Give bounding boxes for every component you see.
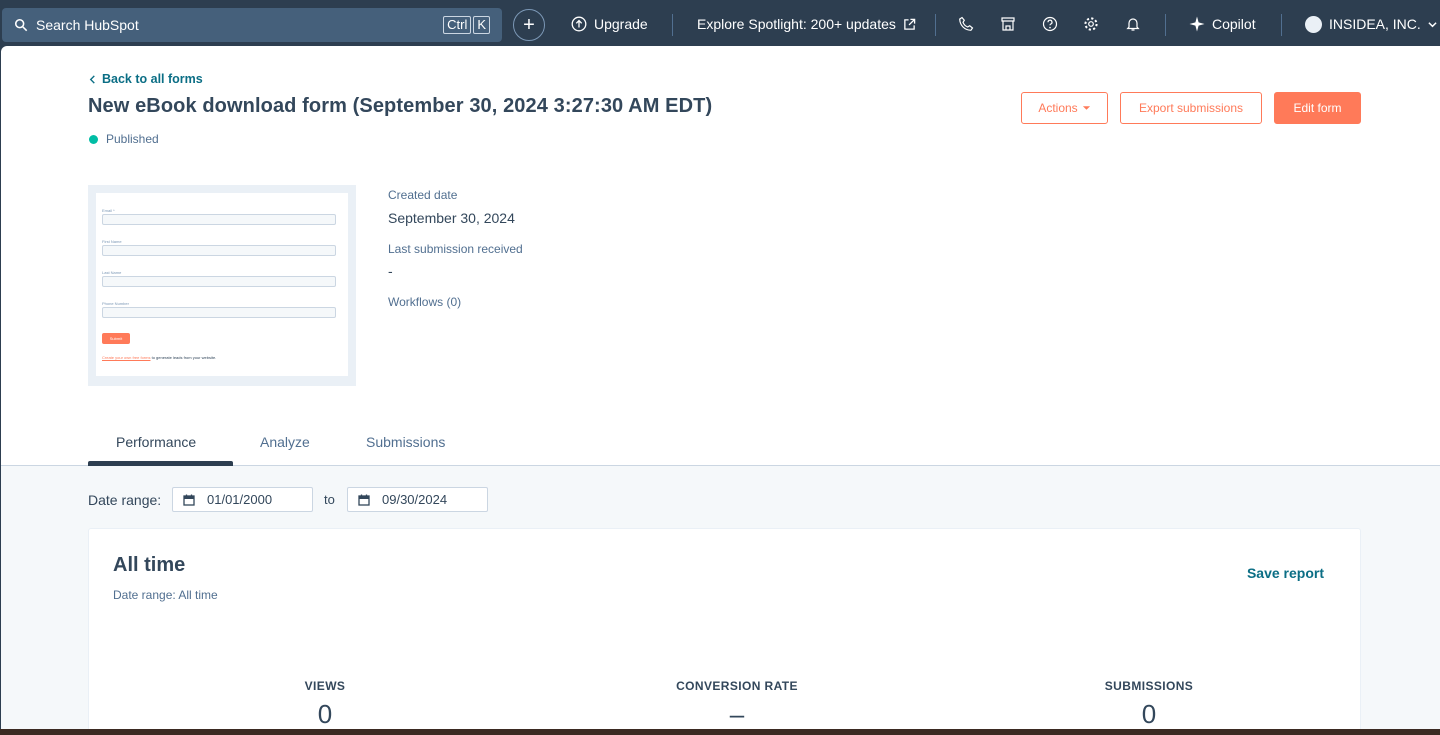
tab-analyze[interactable]: Analyze xyxy=(260,434,310,450)
form-tabs: Performance Analyze Submissions xyxy=(1,420,1440,466)
metric-label: CONVERSION RATE xyxy=(676,679,798,693)
nav-divider xyxy=(1165,14,1166,36)
shortcut-key: K xyxy=(473,16,490,34)
help-icon[interactable] xyxy=(1042,16,1058,32)
back-to-forms-link[interactable]: Back to all forms xyxy=(89,72,203,86)
date-from-input[interactable]: 01/01/2000 xyxy=(172,487,313,512)
workflows-link[interactable]: Workflows (0) xyxy=(388,295,461,309)
tab-submissions[interactable]: Submissions xyxy=(366,434,445,450)
preview-field xyxy=(102,214,336,225)
date-range-to-label: to xyxy=(324,492,335,507)
form-preview-canvas: Email * First Name Last Name Phone Numbe… xyxy=(96,193,348,376)
preview-footer-link: Create your own free forms xyxy=(102,355,151,360)
nav-divider xyxy=(672,14,673,36)
preview-field-label: Phone Number xyxy=(102,301,129,306)
form-detail-page: Back to all forms New eBook download for… xyxy=(1,46,1440,729)
metric-value: 0 xyxy=(1141,699,1157,729)
preview-field-label: First Name xyxy=(102,239,122,244)
upgrade-label: Upgrade xyxy=(594,16,648,32)
calendar-icon xyxy=(358,494,370,506)
metric-value: – xyxy=(729,699,745,729)
metric-value: 0 xyxy=(317,699,333,729)
copilot-button[interactable]: Copilot xyxy=(1189,0,1256,48)
export-submissions-button[interactable]: Export submissions xyxy=(1120,92,1262,124)
date-range-label: Date range: xyxy=(88,492,162,508)
form-preview[interactable]: Email * First Name Last Name Phone Numbe… xyxy=(88,185,356,386)
report-title: All time xyxy=(113,554,186,576)
calendar-icon xyxy=(183,494,195,506)
upgrade-icon xyxy=(571,16,587,32)
date-to-value: 09/30/2024 xyxy=(382,492,448,507)
page-title: New eBook download form (September 30, 2… xyxy=(88,95,713,117)
search-placeholder: Search HubSpot xyxy=(36,17,139,33)
edit-form-button[interactable]: Edit form xyxy=(1274,92,1361,124)
metric-submissions: SUBMISSIONS 0 xyxy=(1029,679,1269,729)
created-date-value: September 30, 2024 xyxy=(388,210,515,226)
preview-submit-button: Submit xyxy=(102,333,130,344)
create-plus-button[interactable]: + xyxy=(513,9,545,41)
upgrade-button[interactable]: Upgrade xyxy=(571,0,648,48)
phone-icon[interactable] xyxy=(958,16,974,32)
search-shortcut: Ctrl K xyxy=(443,16,490,34)
created-date-label: Created date xyxy=(388,188,458,202)
report-card: All time Date range: All time Save repor… xyxy=(88,528,1361,729)
metric-views: VIEWS 0 xyxy=(205,679,445,729)
published-dot-icon xyxy=(89,134,98,144)
nav-divider xyxy=(1281,14,1282,36)
search-icon xyxy=(14,18,28,32)
metric-label: SUBMISSIONS xyxy=(1104,679,1194,693)
status-badge: Published xyxy=(89,132,159,146)
actions-dropdown-button[interactable]: Actions xyxy=(1021,92,1108,124)
actions-label: Actions xyxy=(1038,101,1078,115)
shortcut-ctrl: Ctrl xyxy=(443,16,472,34)
chevron-down-icon xyxy=(1428,21,1437,27)
avatar xyxy=(1305,15,1322,33)
last-submission-value: - xyxy=(388,263,393,279)
preview-footer-text: to generate leads from your website. xyxy=(150,355,217,360)
account-menu[interactable]: INSIDEA, INC. xyxy=(1305,0,1437,48)
report-subtitle: Date range: All time xyxy=(113,588,218,602)
status-label: Published xyxy=(106,132,159,146)
preview-footer: Create your own free forms to generate l… xyxy=(102,355,216,360)
marketplace-icon[interactable] xyxy=(1000,16,1016,32)
account-name: INSIDEA, INC. xyxy=(1329,16,1421,32)
preview-field-label: Email * xyxy=(102,208,115,213)
save-report-button[interactable]: Save report xyxy=(1247,565,1324,581)
date-from-value: 01/01/2000 xyxy=(207,492,273,507)
spotlight-link[interactable]: Explore Spotlight: 200+ updates xyxy=(697,0,916,48)
spotlight-label: Explore Spotlight: 200+ updates xyxy=(697,16,896,32)
sparkle-icon xyxy=(1189,16,1205,32)
metric-conversion-rate: CONVERSION RATE – xyxy=(617,679,857,729)
external-link-icon xyxy=(904,18,916,30)
preview-field xyxy=(102,307,336,318)
preview-field xyxy=(102,276,336,287)
performance-panel: Date range: 01/01/2000 to 09/30/2024 All… xyxy=(1,466,1440,729)
gear-icon[interactable] xyxy=(1083,16,1099,32)
preview-field xyxy=(102,245,336,256)
chevron-left-icon xyxy=(89,74,95,84)
top-navigation: Search HubSpot Ctrl K + Upgrade Explore … xyxy=(0,0,1440,48)
preview-field-label: Last Name xyxy=(102,270,122,275)
nav-divider xyxy=(935,14,936,36)
caret-down-icon xyxy=(1082,106,1090,110)
last-submission-label: Last submission received xyxy=(388,242,523,256)
date-to-input[interactable]: 09/30/2024 xyxy=(347,487,488,512)
search-input[interactable]: Search HubSpot Ctrl K xyxy=(2,8,502,42)
metric-label: VIEWS xyxy=(304,679,346,693)
window-bottom-edge xyxy=(0,729,1440,735)
back-link-label: Back to all forms xyxy=(102,72,203,86)
tab-performance[interactable]: Performance xyxy=(116,434,196,450)
copilot-label: Copilot xyxy=(1212,16,1256,32)
bell-icon[interactable] xyxy=(1125,16,1141,32)
plus-icon: + xyxy=(523,13,535,36)
